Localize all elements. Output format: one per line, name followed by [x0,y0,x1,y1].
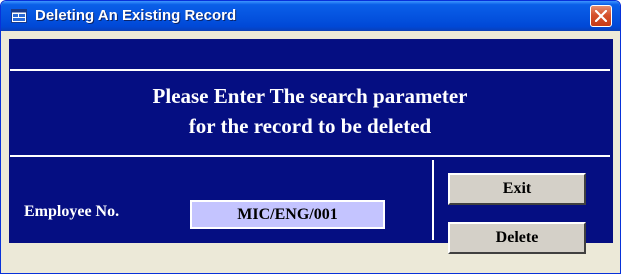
close-icon [595,10,607,22]
employee-no-label: Employee No. [24,203,120,220]
title-bar[interactable]: Deleting An Existing Record [1,1,620,31]
instruction-header: Please Enter The search parameter for th… [10,69,610,157]
employee-no-input[interactable]: MIC/ENG/001 [190,200,385,229]
exit-button[interactable]: Exit [448,173,586,205]
close-button[interactable] [590,5,612,27]
instruction-text: Please Enter The search parameter for th… [10,81,610,141]
instruction-line-2: for the record to be deleted [188,114,432,138]
instruction-line-1: Please Enter The search parameter [152,84,468,108]
window-title: Deleting An Existing Record [35,7,237,24]
delete-button[interactable]: Delete [448,222,586,254]
form-icon [11,9,27,23]
